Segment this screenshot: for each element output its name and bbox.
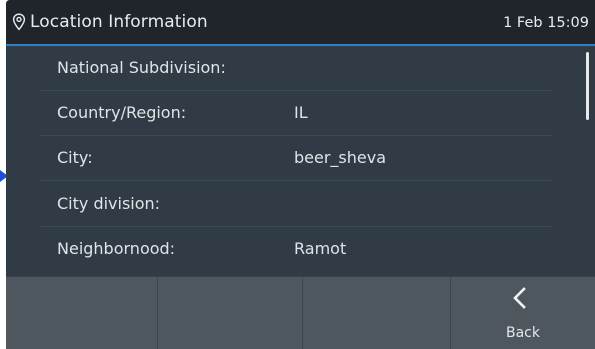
scrollbar[interactable] [586, 52, 589, 120]
row-value: IL [294, 103, 308, 122]
back-button[interactable]: Back [451, 277, 595, 349]
row-label: Neighbornood: [57, 239, 176, 258]
chevron-left-icon [513, 287, 526, 309]
list-item-country-region[interactable]: Country/Region: IL [40, 91, 552, 136]
list-item-neighborhood[interactable]: Neighbornood: Ramot [40, 227, 552, 271]
location-info-list[interactable]: National Subdivision: Country/Region: IL… [6, 46, 595, 276]
row-value: beer_sheva [294, 148, 387, 167]
row-label: City: [57, 148, 93, 167]
row-value: Ramot [294, 239, 347, 258]
row-label: Country/Region: [57, 103, 187, 122]
list-item-city-division[interactable]: City division: [40, 182, 552, 227]
phone-screen: Location Information 1 Feb 15:09 Nationa… [6, 0, 595, 349]
list-item-national-subdivision[interactable]: National Subdivision: [40, 46, 552, 91]
softkey-1[interactable] [6, 277, 158, 349]
list-item-city[interactable]: City: beer_sheva [40, 136, 552, 181]
softkey-3[interactable] [303, 277, 451, 349]
softkey-bar: Back [6, 276, 595, 349]
row-label: National Subdivision: [57, 58, 226, 77]
softkey-2[interactable] [158, 277, 303, 349]
back-label: Back [506, 325, 540, 341]
page-title: Location Information [30, 12, 208, 32]
date-time: 1 Feb 15:09 [503, 15, 589, 31]
row-label: City division: [57, 194, 161, 213]
title-bar: Location Information 1 Feb 15:09 [6, 0, 595, 44]
location-pin-icon [12, 13, 26, 31]
